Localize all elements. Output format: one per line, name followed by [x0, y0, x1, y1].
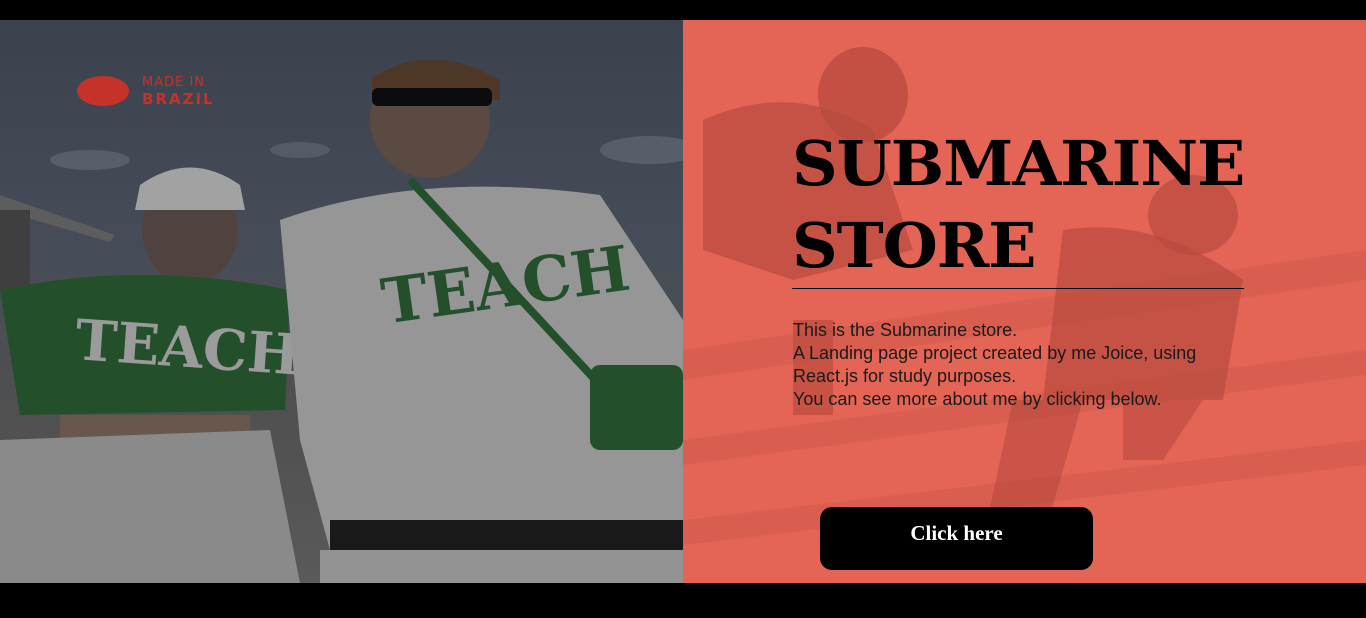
page-title: SUBMARINE STORE: [792, 127, 1245, 282]
description-line: React.js for study purposes.: [793, 366, 1017, 386]
description-line: This is the Submarine store.: [793, 320, 1018, 340]
click-here-button[interactable]: Click here: [820, 507, 1093, 570]
brand-logo-icon: [77, 76, 129, 106]
description-line: A Landing page project created by me Joi…: [793, 343, 1197, 363]
brand-logo-text: MADE IN BRAZIL: [142, 75, 272, 107]
hero-content-panel: [683, 20, 1366, 583]
hero-photo: TEACH TEACH MADE IN BRAZIL: [0, 20, 683, 583]
background-photo-illustration: [683, 47, 1366, 545]
landing-page: TEACH TEACH MADE IN BRAZIL: [0, 20, 1366, 583]
description-line: You can see more about me by clicking be…: [793, 389, 1162, 409]
logo-line-2: BRAZIL: [142, 90, 215, 108]
logo-line-1: MADE IN: [142, 75, 206, 90]
title-divider: [792, 288, 1244, 289]
hero-description: This is the Submarine store. A Landing p…: [793, 319, 1243, 411]
